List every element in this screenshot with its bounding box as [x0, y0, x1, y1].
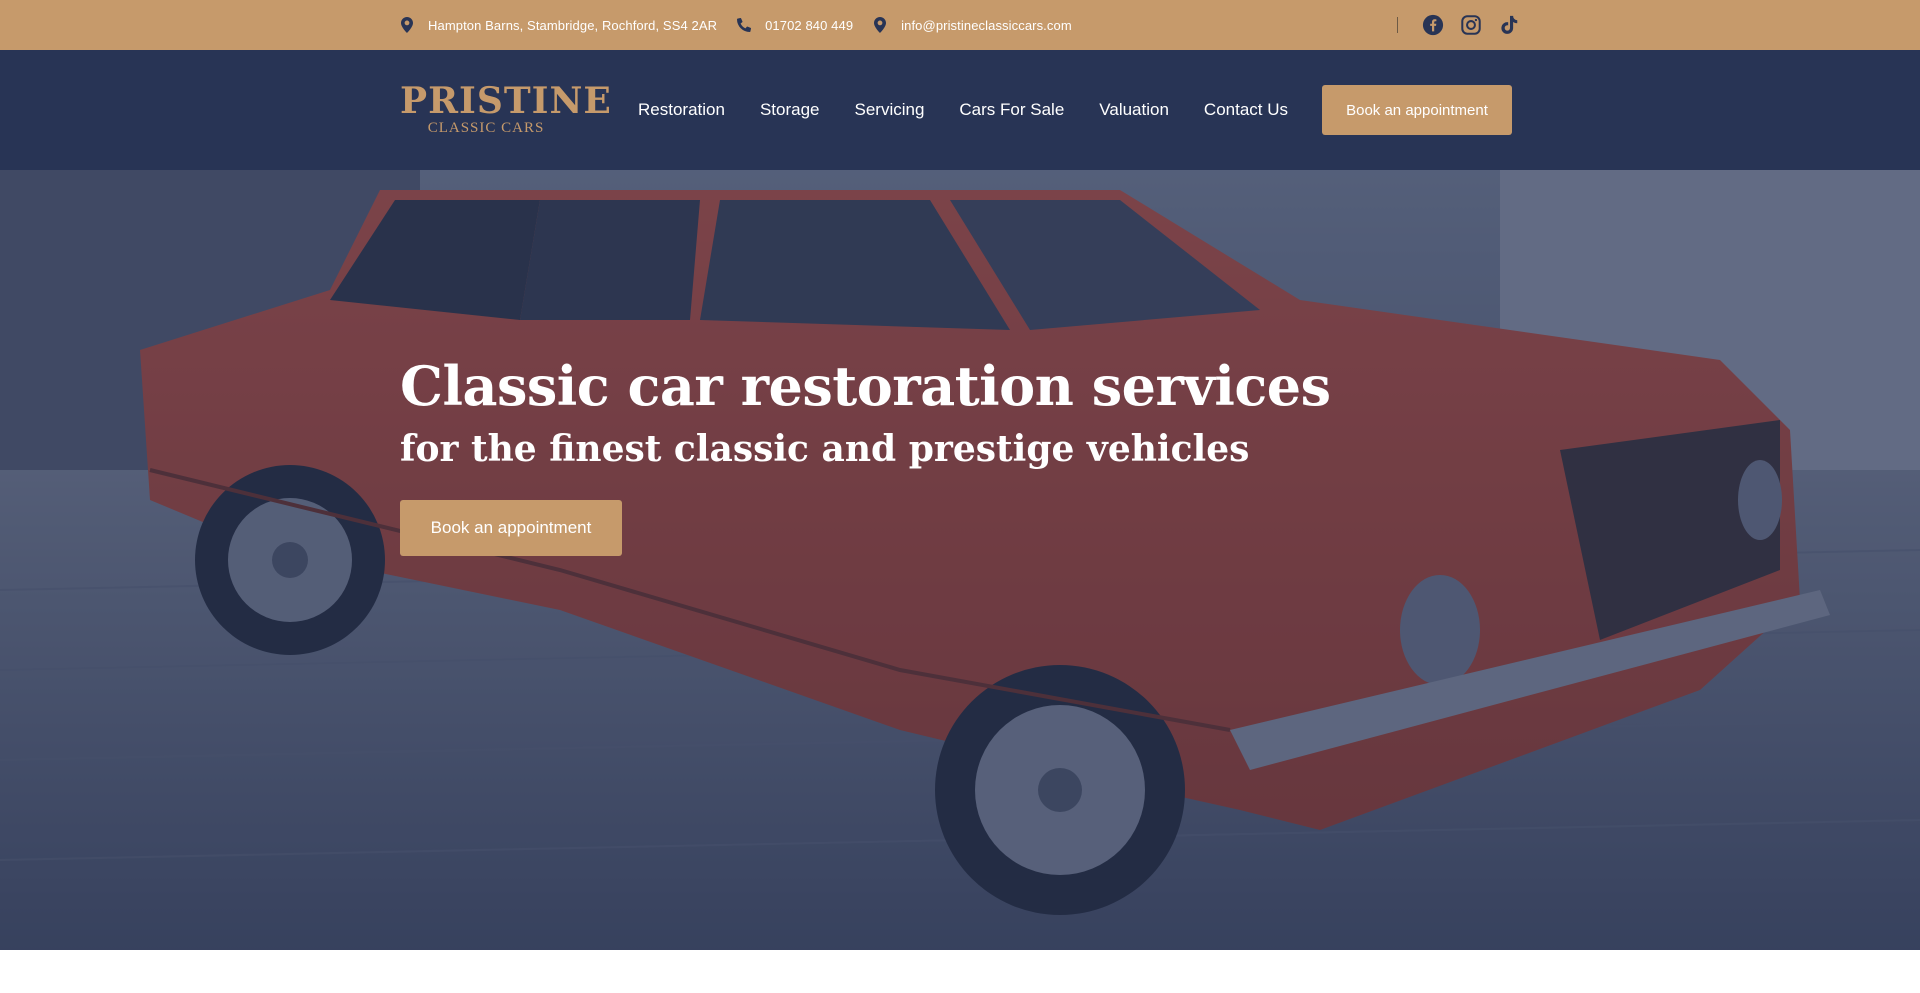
- hero-book-appointment-button[interactable]: Book an appointment: [400, 500, 622, 556]
- site-logo[interactable]: PRISTINE CLASSIC CARS: [400, 80, 612, 137]
- nav-contact-us[interactable]: Contact Us: [1204, 100, 1288, 120]
- email-item[interactable]: info@pristineclassiccars.com: [873, 17, 1072, 33]
- email-text[interactable]: info@pristineclassiccars.com: [901, 18, 1072, 33]
- hero-subtitle: for the finest classic and prestige vehi…: [400, 428, 1250, 470]
- nav-restoration[interactable]: Restoration: [638, 100, 725, 120]
- logo-wordmark: PRISTINE: [400, 80, 612, 122]
- map-pin-icon: [873, 17, 887, 33]
- map-pin-icon: [400, 17, 414, 33]
- hero-section: Classic car restoration services for the…: [0, 170, 1920, 950]
- phone-item[interactable]: 01702 840 449: [737, 17, 853, 33]
- nav-storage[interactable]: Storage: [760, 100, 820, 120]
- top-contact-bar: Hampton Barns, Stambridge, Rochford, SS4…: [0, 0, 1920, 50]
- hero-overlay: [0, 170, 1920, 950]
- top-contact-bar-inner: Hampton Barns, Stambridge, Rochford, SS4…: [400, 0, 1520, 50]
- main-header: PRISTINE CLASSIC CARS Restoration Storag…: [0, 50, 1920, 170]
- social-divider: [1397, 17, 1398, 33]
- tiktok-icon[interactable]: [1498, 14, 1520, 36]
- nav-servicing[interactable]: Servicing: [854, 100, 924, 120]
- instagram-icon[interactable]: [1460, 14, 1482, 36]
- main-nav: Restoration Storage Servicing Cars For S…: [638, 50, 1288, 170]
- nav-cars-for-sale[interactable]: Cars For Sale: [959, 100, 1064, 120]
- phone-text[interactable]: 01702 840 449: [765, 18, 853, 33]
- hero-title: Classic car restoration services: [400, 354, 1331, 418]
- facebook-icon[interactable]: [1422, 14, 1444, 36]
- address-item: Hampton Barns, Stambridge, Rochford, SS4…: [400, 17, 717, 33]
- header-book-appointment-button[interactable]: Book an appointment: [1322, 85, 1512, 135]
- phone-icon: [737, 17, 752, 33]
- social-links: [1422, 14, 1520, 36]
- address-text: Hampton Barns, Stambridge, Rochford, SS4…: [428, 17, 718, 33]
- nav-valuation[interactable]: Valuation: [1099, 100, 1169, 120]
